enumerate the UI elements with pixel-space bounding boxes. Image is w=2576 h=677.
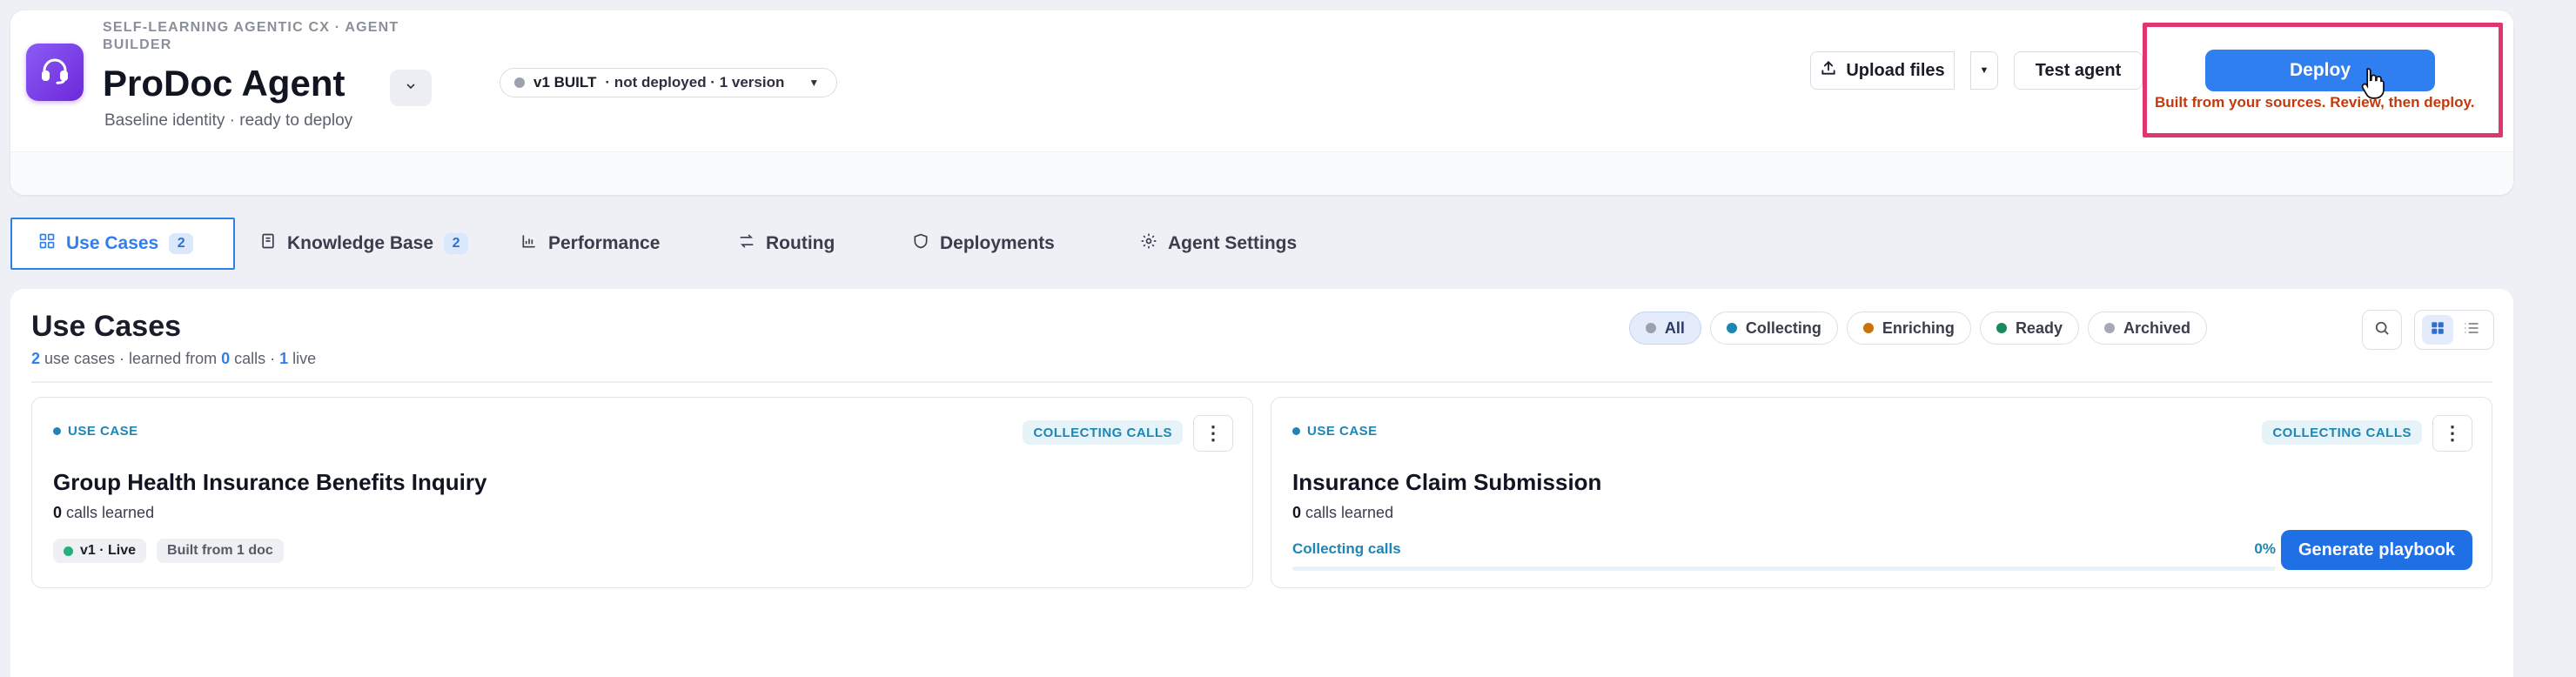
section-title: Use Cases: [31, 310, 182, 343]
headset-icon: [39, 55, 70, 90]
use-case-card[interactable]: USE CASE COLLECTING CALLS ⋮ Group Health…: [31, 397, 1253, 588]
test-agent-button[interactable]: Test agent: [2014, 51, 2143, 90]
grid-icon: [2430, 320, 2445, 340]
tab-label: Routing: [766, 233, 835, 253]
filter-ready[interactable]: Ready: [1979, 312, 2079, 345]
kebab-icon: ⋮: [1204, 422, 1223, 444]
route-icon: [738, 232, 755, 255]
filter-archived[interactable]: Archived: [2087, 312, 2207, 345]
shield-icon: [912, 232, 929, 255]
use-case-title: Group Health Insurance Benefits Inquiry: [53, 469, 487, 495]
tab-bar: Use Cases 2 Knowledge Base 2 Performance…: [10, 218, 1321, 270]
section-summary: 2 use cases · learned from 0 calls · 1 l…: [31, 350, 317, 367]
caret-down-icon: ▼: [1979, 65, 1989, 76]
tab-performance[interactable]: Performance: [496, 218, 714, 270]
filter-dot: [2103, 323, 2115, 333]
agent-avatar: [26, 44, 84, 101]
tab-count-badge: 2: [444, 233, 469, 254]
progress-percent: 0%: [2254, 540, 2276, 557]
filter-enriching[interactable]: Enriching: [1846, 312, 1971, 345]
bar-chart-icon: [520, 232, 538, 255]
grid-icon: [38, 232, 56, 255]
page-title: ProDoc Agent: [103, 63, 345, 104]
version-selector[interactable]: v1 BUILT · not deployed · 1 version ▼: [500, 68, 838, 97]
use-case-tag: USE CASE: [1292, 424, 1378, 439]
filter-dot: [1726, 323, 1737, 333]
grid-view-button[interactable]: [2421, 315, 2453, 345]
source-chip: Built from 1 doc: [157, 539, 284, 563]
caret-down-icon: ▼: [808, 77, 820, 89]
version-live-chip: v1 · Live: [53, 539, 147, 563]
calls-learned: 0 calls learned: [53, 504, 155, 521]
chevron-down-icon: [404, 79, 418, 97]
view-toggle: [2414, 310, 2494, 350]
tab-routing[interactable]: Routing: [714, 218, 888, 270]
agent-switcher-button[interactable]: [390, 70, 432, 106]
deploy-button[interactable]: Deploy: [2205, 50, 2435, 91]
breadcrumb-eyebrow: SELF-LEARNING AGENTIC CX · AGENT BUILDER: [103, 20, 399, 52]
filter-dot: [1645, 323, 1656, 333]
tab-label: Performance: [548, 233, 661, 253]
tab-count-badge: 2: [169, 233, 194, 254]
upload-options-button[interactable]: ▼: [1970, 51, 1998, 90]
tab-knowledge-base[interactable]: Knowledge Base 2: [235, 218, 496, 270]
search-icon: [2373, 319, 2391, 341]
status-badge: COLLECTING CALLS: [1023, 420, 1183, 445]
deploy-note: Built from your sources. Review, then de…: [2155, 94, 2475, 111]
filter-dot: [1862, 323, 1874, 333]
tab-label: Use Cases: [66, 233, 159, 253]
tab-agent-settings[interactable]: Agent Settings: [1116, 218, 1321, 270]
use-case-card[interactable]: USE CASE COLLECTING CALLS ⋮ Insurance Cl…: [1271, 397, 2492, 588]
progress-bar: [1292, 566, 2276, 571]
tab-deployments[interactable]: Deployments: [888, 218, 1116, 270]
list-icon: [2463, 319, 2480, 341]
tab-label: Deployments: [940, 233, 1055, 253]
book-icon: [259, 232, 277, 255]
generate-playbook-button[interactable]: Generate playbook: [2281, 530, 2472, 570]
filter-collecting[interactable]: Collecting: [1709, 312, 1838, 345]
filter-dot: [1996, 323, 2007, 333]
kebab-icon: ⋮: [2443, 422, 2462, 444]
more-options-button[interactable]: ⋮: [1193, 415, 1233, 452]
use-case-title: Insurance Claim Submission: [1292, 469, 1602, 495]
status-filters: All Collecting Enriching Ready Archived: [1628, 312, 2207, 345]
version-status-dot: [514, 77, 525, 88]
hand-cursor-icon: [2360, 66, 2386, 105]
tab-use-cases[interactable]: Use Cases 2: [10, 218, 235, 270]
search-button[interactable]: [2362, 310, 2402, 350]
status-badge: COLLECTING CALLS: [2262, 420, 2422, 445]
list-view-button[interactable]: [2456, 315, 2487, 345]
tab-label: Knowledge Base: [287, 233, 434, 253]
filter-all[interactable]: All: [1628, 312, 1701, 345]
header-subbar: [10, 151, 2513, 195]
divider: [31, 381, 2492, 383]
use-cases-panel: Use Cases 2 use cases · learned from 0 c…: [10, 289, 2513, 677]
upload-icon: [1820, 59, 1837, 82]
upload-files-button[interactable]: Upload files: [1810, 51, 1955, 90]
version-badge: v1 BUILT: [533, 74, 597, 90]
agent-subtitle: Baseline identity · ready to deploy: [104, 111, 353, 130]
upload-label: Upload files: [1846, 60, 1945, 80]
tab-label: Agent Settings: [1168, 233, 1298, 253]
progress-label: Collecting calls: [1292, 540, 1401, 557]
card-chips: v1 · Live Built from 1 doc: [53, 539, 284, 563]
gear-icon: [1140, 232, 1157, 255]
calls-learned: 0 calls learned: [1292, 504, 1394, 521]
version-status: · not deployed · 1 version: [605, 74, 785, 90]
use-case-tag: USE CASE: [53, 424, 138, 439]
more-options-button[interactable]: ⋮: [2432, 415, 2472, 452]
